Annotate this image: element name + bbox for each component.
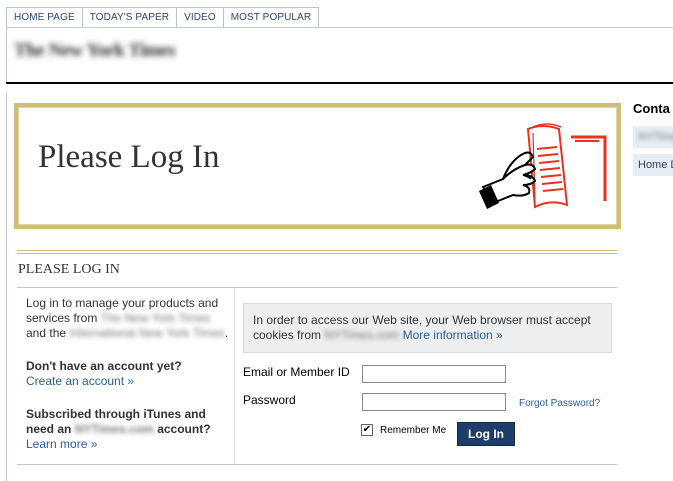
section-rule xyxy=(17,287,617,288)
header-left-border xyxy=(6,27,7,83)
check-icon: ✔ xyxy=(362,424,372,435)
learn-more-link[interactable]: Learn more » xyxy=(26,437,231,452)
sidebar-item-nytimes[interactable]: NYTimes xyxy=(633,126,673,148)
login-banner: Please Log In xyxy=(14,103,621,229)
forgot-password-link[interactable]: Forgot Password? xyxy=(519,398,600,409)
newspaper-hand-illustration xyxy=(479,123,607,209)
intro-period: . xyxy=(224,326,229,340)
tab-most-popular[interactable]: Most Popular xyxy=(222,7,320,28)
itunes-question: Subscribed through iTunes and need an NY… xyxy=(26,407,231,437)
itunes-question-2: account? xyxy=(157,422,211,436)
itunes-blur: NYTimes.com xyxy=(74,422,154,436)
section-double-rule xyxy=(17,250,617,254)
sidebar-item-label: Home D xyxy=(638,159,673,171)
more-information-link[interactable]: More information » xyxy=(403,328,503,342)
sidebar-title: Conta xyxy=(633,101,670,116)
create-account-link[interactable]: Create an account » xyxy=(26,374,231,389)
sidebar-item-label: NYTimes xyxy=(638,131,673,143)
header-divider xyxy=(6,82,673,84)
intro-blur-2: International New York Times xyxy=(69,326,225,340)
column-divider xyxy=(234,288,235,464)
bottom-rule xyxy=(17,464,617,465)
tab-home-page[interactable]: Home Page xyxy=(6,7,82,28)
create-account-block: Don't have an account yet? Create an acc… xyxy=(26,359,231,389)
top-nav: Home Page Today's Paper Video Most Popul… xyxy=(6,7,320,28)
masthead-logo[interactable]: The New York Times xyxy=(14,40,176,62)
intro-blur-1: The New York Times xyxy=(100,311,211,325)
intro-text-2: and the xyxy=(26,326,67,340)
account-info-column: Log in to manage your products and servi… xyxy=(26,296,231,452)
tab-todays-paper[interactable]: Today's Paper xyxy=(81,7,177,28)
banner-title: Please Log In xyxy=(38,139,220,175)
sidebar-item-home-delivery[interactable]: Home D xyxy=(633,154,673,176)
cookie-notice: In order to access our Web site, your We… xyxy=(243,303,612,353)
content-left-border xyxy=(6,92,7,481)
no-account-question: Don't have an account yet? xyxy=(26,359,182,373)
remember-me: ✔ Remember Me xyxy=(361,424,446,436)
tab-video[interactable]: Video xyxy=(176,7,223,28)
password-label: Password xyxy=(243,393,296,407)
remember-me-checkbox[interactable]: ✔ xyxy=(361,424,373,436)
email-field[interactable] xyxy=(362,365,506,383)
remember-me-label: Remember Me xyxy=(380,424,447,436)
cookie-notice-domain: NYTimes.com xyxy=(324,328,400,342)
email-label: Email or Member ID xyxy=(243,365,350,379)
section-title: Please Log In xyxy=(18,262,120,277)
itunes-block: Subscribed through iTunes and need an NY… xyxy=(26,407,231,452)
password-field[interactable] xyxy=(362,393,506,411)
login-button[interactable]: Log In xyxy=(457,422,515,446)
intro-text: Log in to manage your products and servi… xyxy=(26,296,231,341)
header-top-rule xyxy=(6,27,673,28)
